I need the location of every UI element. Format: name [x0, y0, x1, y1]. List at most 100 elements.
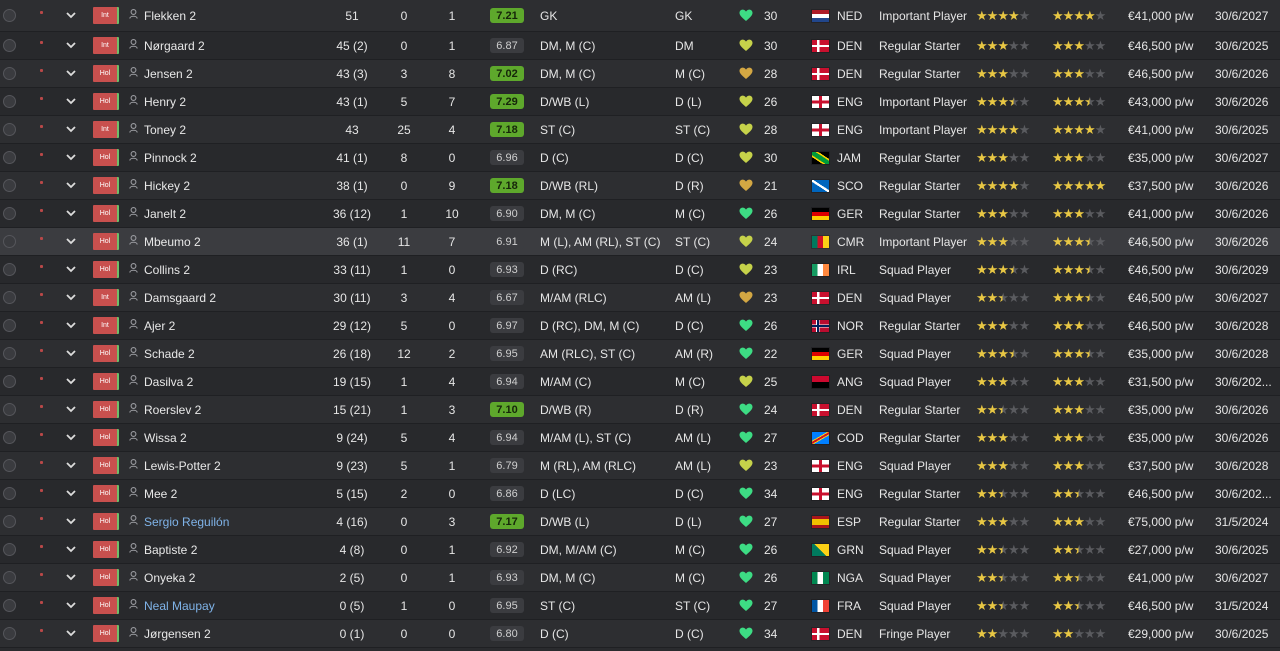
- player-name[interactable]: Janelt 2: [144, 207, 186, 221]
- chevron-down-icon[interactable]: [64, 312, 78, 339]
- player-row[interactable]: Hol Schade 2 26 (18) 12 2 6.95 AM (RLC),…: [0, 340, 1280, 368]
- player-name[interactable]: Flekken 2: [144, 9, 196, 23]
- player-row[interactable]: Hol Hickey 2 38 (1) 0 9 7.18 D/WB (RL) D…: [0, 172, 1280, 200]
- player-name-cell[interactable]: Hickey 2: [128, 172, 328, 199]
- status-badge[interactable]: Hol: [93, 88, 121, 115]
- chevron-down-icon[interactable]: [64, 60, 78, 87]
- player-row[interactable]: Int Nørgaard 2 45 (2) 0 1 6.87 DM, M (C)…: [0, 32, 1280, 60]
- player-name[interactable]: Wissa 2: [144, 431, 187, 445]
- chevron-down-icon[interactable]: [64, 536, 78, 563]
- player-name[interactable]: Baptiste 2: [144, 543, 197, 557]
- player-row[interactable]: Hol Janelt 2 36 (12) 1 10 6.90 DM, M (C)…: [0, 200, 1280, 228]
- player-name-cell[interactable]: Jensen 2: [128, 60, 328, 87]
- select-checkbox[interactable]: [3, 144, 17, 171]
- player-name-cell[interactable]: Nørgaard 2: [128, 32, 328, 59]
- player-row[interactable]: Hol Onyeka 2 2 (5) 0 1 6.93 DM, M (C) M …: [0, 564, 1280, 592]
- chevron-down-icon[interactable]: [64, 256, 78, 283]
- player-row[interactable]: Int Flekken 2 51 0 1 7.21 GK GK 30 NED I…: [0, 0, 1280, 32]
- select-checkbox[interactable]: [3, 452, 17, 479]
- chevron-down-icon[interactable]: [64, 172, 78, 199]
- player-name[interactable]: Dasilva 2: [144, 375, 193, 389]
- player-name[interactable]: Roerslev 2: [144, 403, 201, 417]
- select-checkbox[interactable]: [3, 536, 17, 563]
- player-name-cell[interactable]: Henry 2: [128, 88, 328, 115]
- player-row[interactable]: Hol Dasilva 2 19 (15) 1 4 6.94 M/AM (C) …: [0, 368, 1280, 396]
- select-checkbox[interactable]: [3, 592, 17, 619]
- status-badge[interactable]: Hol: [93, 508, 121, 535]
- player-row[interactable]: Int Toney 2 43 25 4 7.18 ST (C) ST (C) 2…: [0, 116, 1280, 144]
- player-row[interactable]: Hol Neal Maupay 0 (5) 1 0 6.95 ST (C) ST…: [0, 592, 1280, 620]
- status-badge[interactable]: Int: [93, 284, 121, 311]
- player-row[interactable]: Hol Jensen 2 43 (3) 3 8 7.02 DM, M (C) M…: [0, 60, 1280, 88]
- player-name-cell[interactable]: Flekken 2: [128, 0, 328, 31]
- status-badge[interactable]: Hol: [93, 480, 121, 507]
- player-name-cell[interactable]: Neal Maupay: [128, 592, 328, 619]
- select-checkbox[interactable]: [3, 424, 17, 451]
- status-badge[interactable]: Hol: [93, 340, 121, 367]
- chevron-down-icon[interactable]: [64, 0, 78, 31]
- select-checkbox[interactable]: [3, 368, 17, 395]
- player-name[interactable]: Mee 2: [144, 487, 177, 501]
- chevron-down-icon[interactable]: [64, 88, 78, 115]
- player-name[interactable]: Neal Maupay: [144, 599, 215, 613]
- select-checkbox[interactable]: [3, 0, 17, 31]
- status-badge[interactable]: Hol: [93, 564, 121, 591]
- chevron-down-icon[interactable]: [64, 480, 78, 507]
- select-checkbox[interactable]: [3, 620, 17, 647]
- player-row[interactable]: Int Ajer 2 29 (12) 5 0 6.97 D (RC), DM, …: [0, 312, 1280, 340]
- select-checkbox[interactable]: [3, 312, 17, 339]
- player-name[interactable]: Nørgaard 2: [144, 39, 205, 53]
- player-row[interactable]: Hol Sergio Reguilón 4 (16) 0 3 7.17 D/WB…: [0, 508, 1280, 536]
- player-name-cell[interactable]: Mee 2: [128, 480, 328, 507]
- chevron-down-icon[interactable]: [64, 32, 78, 59]
- player-name-cell[interactable]: Lewis-Potter 2: [128, 452, 328, 479]
- player-row[interactable]: Hol Mbeumo 2 36 (1) 11 7 6.91 M (L), AM …: [0, 228, 1280, 256]
- player-row[interactable]: Hol Jørgensen 2 0 (1) 0 0 6.80 D (C) D (…: [0, 620, 1280, 648]
- chevron-down-icon[interactable]: [64, 200, 78, 227]
- chevron-down-icon[interactable]: [64, 340, 78, 367]
- select-checkbox[interactable]: [3, 200, 17, 227]
- chevron-down-icon[interactable]: [64, 592, 78, 619]
- player-name[interactable]: Lewis-Potter 2: [144, 459, 221, 473]
- player-row[interactable]: Hol Roerslev 2 15 (21) 1 3 7.10 D/WB (R)…: [0, 396, 1280, 424]
- status-badge[interactable]: Int: [93, 32, 121, 59]
- player-name[interactable]: Toney 2: [144, 123, 186, 137]
- player-name[interactable]: Mbeumo 2: [144, 235, 201, 249]
- player-name[interactable]: Hickey 2: [144, 179, 190, 193]
- select-checkbox[interactable]: [3, 116, 17, 143]
- player-name-cell[interactable]: Toney 2: [128, 116, 328, 143]
- status-badge[interactable]: Hol: [93, 368, 121, 395]
- player-row[interactable]: Int Damsgaard 2 30 (11) 3 4 6.67 M/AM (R…: [0, 284, 1280, 312]
- player-name-cell[interactable]: Damsgaard 2: [128, 284, 328, 311]
- chevron-down-icon[interactable]: [64, 284, 78, 311]
- player-name-cell[interactable]: Onyeka 2: [128, 564, 328, 591]
- player-name-cell[interactable]: Jørgensen 2: [128, 620, 328, 647]
- status-badge[interactable]: Hol: [93, 620, 121, 647]
- status-badge[interactable]: Hol: [93, 144, 121, 171]
- player-name[interactable]: Collins 2: [144, 263, 190, 277]
- player-name[interactable]: Schade 2: [144, 347, 195, 361]
- player-name[interactable]: Jørgensen 2: [144, 627, 211, 641]
- select-checkbox[interactable]: [3, 284, 17, 311]
- player-name-cell[interactable]: Pinnock 2: [128, 144, 328, 171]
- chevron-down-icon[interactable]: [64, 620, 78, 647]
- player-name-cell[interactable]: Schade 2: [128, 340, 328, 367]
- chevron-down-icon[interactable]: [64, 144, 78, 171]
- player-name-cell[interactable]: Ajer 2: [128, 312, 328, 339]
- status-badge[interactable]: Hol: [93, 424, 121, 451]
- chevron-down-icon[interactable]: [64, 508, 78, 535]
- player-row[interactable]: Hol Henry 2 43 (1) 5 7 7.29 D/WB (L) D (…: [0, 88, 1280, 116]
- player-row[interactable]: Hol Wissa 2 9 (24) 5 4 6.94 M/AM (L), ST…: [0, 424, 1280, 452]
- status-badge[interactable]: Hol: [93, 200, 121, 227]
- player-name[interactable]: Pinnock 2: [144, 151, 197, 165]
- player-name-cell[interactable]: Sergio Reguilón: [128, 508, 328, 535]
- player-name-cell[interactable]: Janelt 2: [128, 200, 328, 227]
- player-name[interactable]: Damsgaard 2: [144, 291, 216, 305]
- select-checkbox[interactable]: [3, 228, 17, 255]
- select-checkbox[interactable]: [3, 480, 17, 507]
- status-badge[interactable]: Hol: [93, 256, 121, 283]
- player-row[interactable]: Hol Pinnock 2 41 (1) 8 0 6.96 D (C) D (C…: [0, 144, 1280, 172]
- select-checkbox[interactable]: [3, 340, 17, 367]
- player-name[interactable]: Sergio Reguilón: [144, 515, 229, 529]
- select-checkbox[interactable]: [3, 88, 17, 115]
